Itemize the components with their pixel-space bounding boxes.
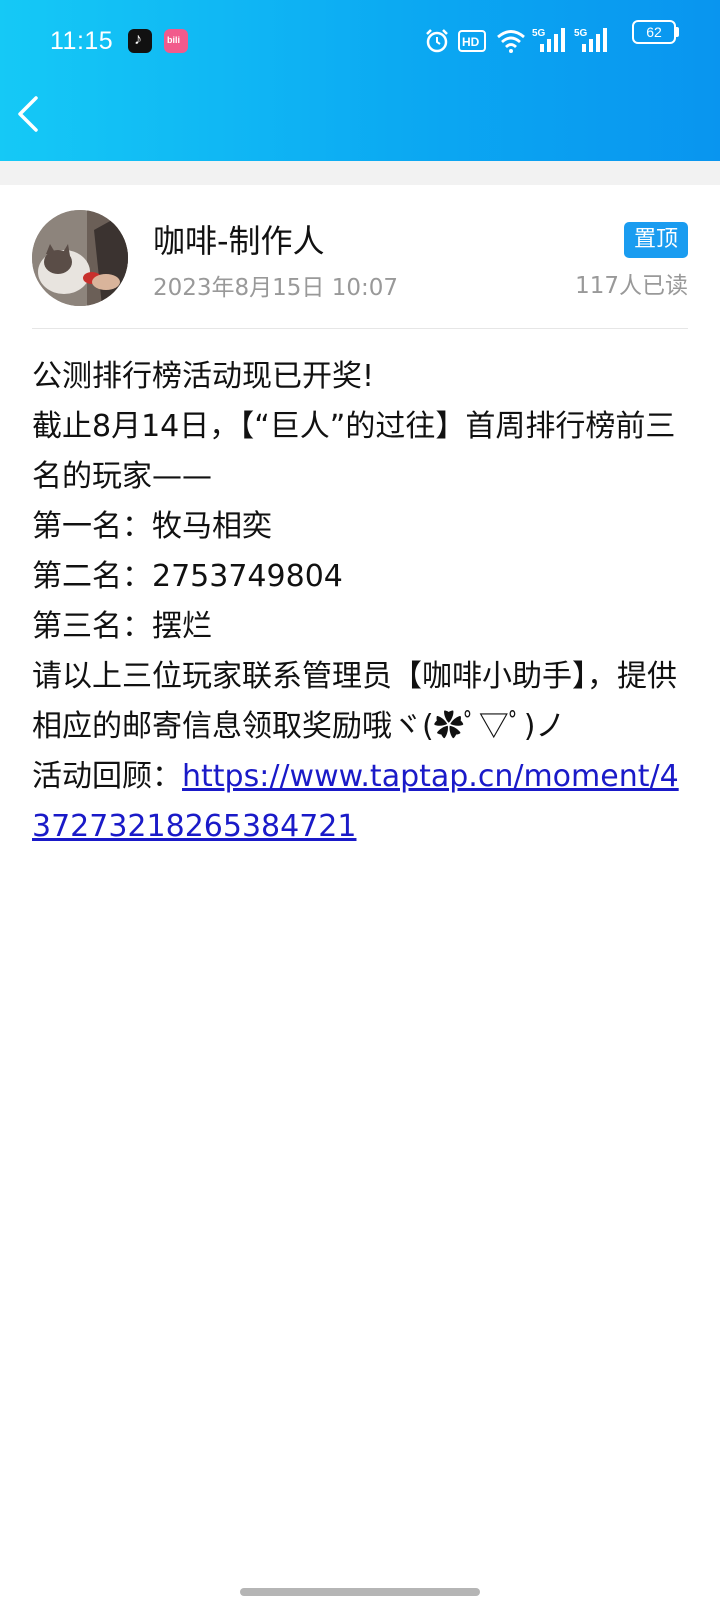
5g-signal-icon: 5G <box>574 28 607 52</box>
section-separator <box>0 161 720 185</box>
svg-text:5G: 5G <box>532 28 546 39</box>
home-indicator[interactable] <box>240 1588 480 1596</box>
wifi-icon <box>497 30 525 53</box>
post-date: 2023年8月15日 10:07 <box>153 275 399 301</box>
review-label: 活动回顾： <box>32 759 182 794</box>
content-line: 公测排行榜活动现已开奖! <box>32 359 375 394</box>
battery-icon: 62 <box>632 20 676 44</box>
bilibili-icon: bili <box>164 29 188 53</box>
chevron-left-icon <box>18 96 38 132</box>
pinned-badge: 置顶 <box>624 222 688 258</box>
back-button[interactable] <box>10 92 50 136</box>
content-line: 截止8月14日，【“巨人”的过往】首周排行榜前三名的玩家—— <box>32 409 676 494</box>
divider <box>32 328 688 329</box>
avatar[interactable] <box>32 210 128 306</box>
content-line: 第二名：2753749804 <box>32 559 343 594</box>
content-line: 请以上三位玩家联系管理员【咖啡小助手】，提供相应的邮寄信息领取奖励哦ヾ(✿ﾟ▽ﾟ… <box>32 659 677 744</box>
status-time: 11:15 <box>50 27 114 55</box>
status-bar: 11:15 ♪ bili HD 5G 5G <box>0 18 720 66</box>
hd-icon: HD <box>458 30 486 52</box>
svg-text:5G: 5G <box>574 28 588 39</box>
tiktok-icon: ♪ <box>128 29 152 53</box>
5g-signal-icon: 5G <box>532 28 565 52</box>
battery-tip <box>676 27 679 37</box>
alarm-icon <box>426 29 448 53</box>
cat-avatar-image <box>32 210 128 306</box>
read-count: 117人已读 <box>575 273 688 299</box>
post-content: 公测排行榜活动现已开奖! 截止8月14日，【“巨人”的过往】首周排行榜前三名的玩… <box>32 352 692 852</box>
content-line: 第一名：牧马相奕 <box>32 509 272 544</box>
author-name[interactable]: 咖啡-制作人 <box>153 216 325 262</box>
svg-text:HD: HD <box>462 35 480 49</box>
top-header: 11:15 ♪ bili HD 5G 5G 62 <box>0 0 720 161</box>
content-line: 第三名：摆烂 <box>32 609 212 644</box>
content-line-review: 活动回顾：https://www.taptap.cn/moment/437273… <box>32 752 692 852</box>
